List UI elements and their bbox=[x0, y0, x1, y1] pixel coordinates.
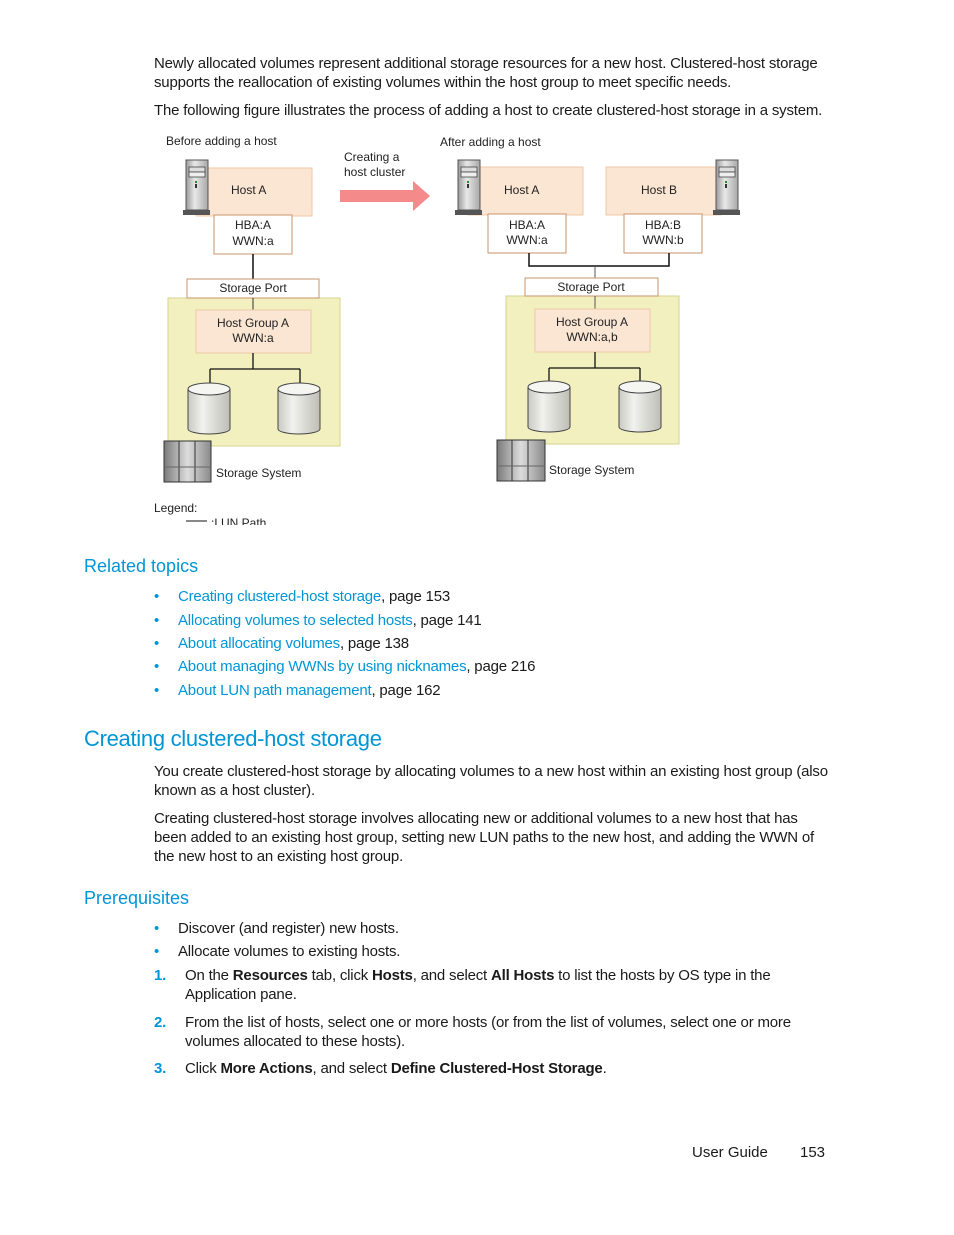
related-link[interactable]: Creating clustered-host storage bbox=[178, 588, 381, 605]
arrow-right-icon bbox=[340, 181, 430, 211]
hba-label: HBA:A bbox=[235, 218, 271, 232]
related-topics-heading: Related topics bbox=[84, 556, 199, 576]
wwn-label: WWN:b bbox=[642, 233, 684, 247]
bullet-icon: • bbox=[154, 612, 160, 629]
after-host-b: Host B bbox=[605, 166, 722, 216]
volume-icon bbox=[618, 380, 662, 433]
footer-guide-title: User Guide bbox=[692, 1144, 768, 1161]
page-ref: , page 153 bbox=[381, 588, 450, 605]
host-group-wwn: WWN:a,b bbox=[566, 330, 618, 344]
ui-term: More Actions bbox=[220, 1060, 313, 1077]
page-ref: , page 138 bbox=[339, 635, 409, 652]
arrow-label: Creating a bbox=[344, 150, 400, 164]
intro-paragraph-1: Newly allocated volumes represent additi… bbox=[154, 55, 818, 91]
server-icon bbox=[713, 159, 740, 215]
related-link[interactable]: About managing WWNs by using nicknames bbox=[178, 658, 467, 675]
section-title: Creating clustered-host storage bbox=[84, 726, 382, 751]
ui-term: Define Clustered-Host Storage bbox=[390, 1060, 603, 1077]
before-host-a-label: Host A bbox=[231, 183, 266, 197]
after-hba-a-box: HBA:A WWN:a bbox=[487, 213, 567, 254]
prereq-text: Allocate volumes to existing hosts. bbox=[178, 943, 401, 960]
storage-system-label: Storage System bbox=[549, 463, 634, 477]
server-icon bbox=[183, 159, 210, 215]
step-text: From the list of hosts, select one or mo… bbox=[185, 1014, 791, 1050]
after-host-a: Host A bbox=[467, 166, 584, 216]
storage-system-icon bbox=[496, 439, 546, 482]
host-group-label: Host Group A bbox=[217, 316, 289, 330]
lun-path-line bbox=[528, 253, 670, 267]
storage-port-label: Storage Port bbox=[557, 280, 625, 294]
hba-label: HBA:B bbox=[645, 218, 681, 232]
legend-title: Legend: bbox=[154, 501, 197, 515]
prerequisites-heading: Prerequisites bbox=[84, 888, 190, 908]
related-link[interactable]: About allocating volumes bbox=[178, 635, 340, 652]
intro-paragraph-2: The following figure illustrates the pro… bbox=[154, 102, 823, 119]
volume-icon bbox=[187, 382, 231, 435]
after-label: After adding a host bbox=[440, 135, 541, 149]
after-storage-port: Storage Port bbox=[524, 277, 659, 297]
bullet-icon: • bbox=[154, 920, 160, 937]
host-group-label: Host Group A bbox=[556, 315, 628, 329]
before-label: Before adding a host bbox=[166, 134, 277, 148]
host-group-wwn: WWN:a bbox=[232, 331, 274, 345]
ui-term: Hosts bbox=[372, 967, 413, 984]
volume-icon bbox=[527, 380, 571, 433]
after-host-b-label: Host B bbox=[641, 183, 677, 197]
prereq-text: Discover (and register) new hosts. bbox=[178, 920, 399, 937]
after-host-a-label: Host A bbox=[504, 183, 539, 197]
step-number: 1. bbox=[154, 967, 167, 984]
wwn-label: WWN:a bbox=[232, 234, 274, 248]
page-ref: , page 216 bbox=[466, 658, 536, 675]
before-storage-port: Storage Port bbox=[186, 278, 320, 299]
host-cluster-figure: Before adding a host Host A HBA:A WWN:a … bbox=[154, 134, 740, 525]
storage-port-label: Storage Port bbox=[219, 281, 287, 295]
bullet-icon: • bbox=[154, 658, 160, 675]
before-host-a: Host A bbox=[195, 167, 313, 217]
arrow-label: host cluster bbox=[344, 165, 405, 179]
step-number: 3. bbox=[154, 1060, 167, 1077]
section-paragraph-1: You create clustered-host storage by all… bbox=[154, 763, 828, 799]
bullet-icon: • bbox=[154, 943, 160, 960]
before-hba-box: HBA:A WWN:a bbox=[213, 214, 293, 255]
volume-icon bbox=[277, 382, 321, 435]
footer-page-number: 153 bbox=[800, 1144, 826, 1161]
step-number: 2. bbox=[154, 1014, 167, 1031]
server-icon bbox=[455, 159, 482, 215]
before-host-group: Host Group A WWN:a bbox=[195, 309, 312, 354]
section-paragraph-2: Creating clustered-host storage involves… bbox=[154, 810, 814, 865]
bullet-icon: • bbox=[154, 682, 160, 699]
bullet-icon: • bbox=[154, 635, 160, 652]
wwn-label: WWN:a bbox=[506, 233, 548, 247]
related-link[interactable]: About LUN path management bbox=[178, 682, 372, 699]
after-host-group: Host Group A WWN:a,b bbox=[534, 308, 651, 353]
hba-label: HBA:A bbox=[509, 218, 545, 232]
storage-system-icon bbox=[163, 440, 212, 483]
ui-term: Resources bbox=[232, 967, 308, 984]
page-ref: , page 162 bbox=[371, 682, 441, 699]
after-hba-b-box: HBA:B WWN:b bbox=[623, 213, 703, 254]
storage-system-label: Storage System bbox=[216, 466, 301, 480]
legend-item: :LUN Path bbox=[211, 516, 266, 525]
ui-term: All Hosts bbox=[491, 967, 555, 984]
page-ref: , page 141 bbox=[412, 612, 482, 629]
bullet-icon: • bbox=[154, 588, 160, 605]
related-link[interactable]: Allocating volumes to selected hosts bbox=[178, 612, 413, 629]
